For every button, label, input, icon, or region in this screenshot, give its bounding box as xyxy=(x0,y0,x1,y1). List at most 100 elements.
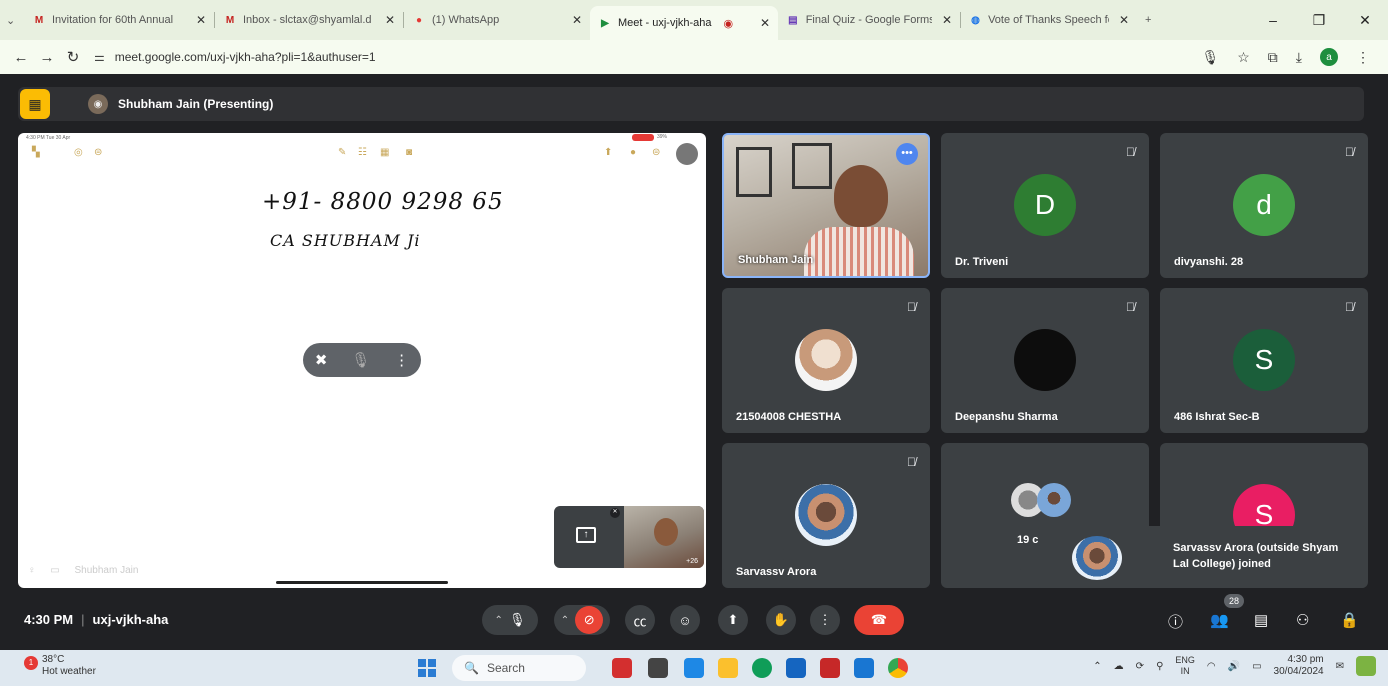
close-icon[interactable]: ✕ xyxy=(562,13,582,27)
taskbar-clock[interactable]: 4:30 pm 30/04/2024 xyxy=(1274,654,1324,678)
copilot-icon[interactable] xyxy=(1356,656,1376,676)
taskbar-search[interactable]: 🔍 Search xyxy=(452,655,586,681)
camera-icon: ◙ xyxy=(406,147,413,158)
pin-off-icon[interactable]: ✖ xyxy=(315,351,328,369)
tab-label: Inbox - slctax@shyamlal.d xyxy=(243,14,372,26)
bookmark-star-icon[interactable]: ☆ xyxy=(1237,49,1250,66)
search-icon: 🔍 xyxy=(464,661,479,675)
close-icon[interactable]: ✕ xyxy=(375,13,395,27)
participant-tile[interactable]: 🎙̸ S 486 Ishrat Sec-B xyxy=(1160,288,1368,433)
download-icon[interactable]: ⤓ xyxy=(1296,49,1302,66)
tab-label: Final Quiz - Google Forms xyxy=(805,14,932,26)
undo-icon: ◎ xyxy=(74,147,83,158)
host-controls-icon[interactable]: 🔒 xyxy=(1340,611,1359,629)
present-screen-icon: ⬆ xyxy=(727,612,739,627)
close-icon[interactable]: ✕ xyxy=(186,13,206,27)
participant-name: Deepanshu Sharma xyxy=(955,411,1058,423)
notification-icon[interactable]: ✉ xyxy=(1336,661,1344,672)
menu-kebab-icon[interactable]: ⋮ xyxy=(1356,49,1370,66)
url-input[interactable]: ⚌ meet.google.com/uxj-vjkh-aha?pli=1&aut… xyxy=(94,44,1114,70)
participant-name: Shubham Jain xyxy=(738,254,814,266)
participant-tile[interactable]: 🎙̸ Sarvassv Arora xyxy=(722,443,930,588)
reload-icon[interactable]: ↻ xyxy=(60,48,86,66)
tab-forms[interactable]: ▤ Final Quiz - Google Forms ✕ xyxy=(778,5,960,35)
avatar xyxy=(676,143,698,165)
language-indicator[interactable]: ENG IN xyxy=(1175,655,1195,677)
app-icon[interactable] xyxy=(684,658,704,678)
profile-avatar[interactable]: a xyxy=(1320,48,1338,66)
mic-off-icon[interactable]: 🎙 xyxy=(351,351,370,369)
restore-icon[interactable]: ❐ xyxy=(1296,12,1342,29)
tab-inbox[interactable]: M Inbox - slctax@shyamlal.d ✕ xyxy=(215,5,403,35)
weather-widget[interactable]: 1 38°C Hot weather xyxy=(24,654,96,678)
leave-call-button[interactable]: ☎ xyxy=(854,605,904,635)
present-button[interactable]: ⬆ xyxy=(718,605,748,635)
minimize-icon[interactable]: – xyxy=(1250,12,1296,28)
back-icon[interactable]: ← xyxy=(8,49,34,66)
participant-name: divyanshi. 28 xyxy=(1174,256,1244,268)
tab-meet[interactable]: ▶ Meet - uxj-vjkh-aha ◉ ✕ xyxy=(590,6,778,40)
chevron-up-icon[interactable]: ⌃ xyxy=(561,615,569,626)
more-options-icon[interactable]: ⋮ xyxy=(394,351,409,369)
present-layout-icon[interactable]: ▦ xyxy=(20,89,50,119)
app-icon[interactable] xyxy=(648,658,668,678)
raise-hand-button[interactable]: ✋ xyxy=(766,605,796,635)
camera-button[interactable]: ⌃ ⊘ xyxy=(554,605,610,635)
chevron-up-icon[interactable]: ⌃ xyxy=(495,615,503,626)
share-screen-icon[interactable]: ↑ xyxy=(576,527,596,543)
activities-icon[interactable]: ⚇ xyxy=(1296,611,1309,629)
participant-tile-speaker[interactable]: ••• Shubham Jain xyxy=(722,133,930,278)
participant-tile[interactable]: 🎙̸ 21504008 CHESTHA xyxy=(722,288,930,433)
reactions-button[interactable]: ☺ xyxy=(670,605,700,635)
participant-tile[interactable]: 🎙̸ Deepanshu Sharma xyxy=(941,288,1149,433)
app-icon[interactable] xyxy=(612,658,632,678)
edge-icon[interactable] xyxy=(752,658,772,678)
chevron-up-icon[interactable]: ⌃ xyxy=(1093,661,1101,672)
tab-label: Meet - uxj-vjkh-aha xyxy=(618,17,712,29)
chat-icon[interactable]: ▤ xyxy=(1254,611,1268,629)
file-explorer-icon[interactable] xyxy=(718,658,738,678)
usb-icon[interactable]: ⚲ xyxy=(1156,661,1163,672)
avatar: d xyxy=(1233,174,1295,236)
close-icon[interactable]: ✕ xyxy=(1109,13,1129,27)
new-tab-button[interactable]: + xyxy=(1137,5,1163,35)
volume-icon[interactable]: 🔊 xyxy=(1228,661,1240,672)
close-window-icon[interactable]: ✕ xyxy=(1342,12,1388,29)
close-icon[interactable]: ✕ xyxy=(750,16,770,30)
tab-label: Vote of Thanks Speech for xyxy=(988,14,1109,26)
info-icon[interactable]: ⓘ xyxy=(1168,611,1183,632)
tab-whatsapp[interactable]: ● (1) WhatsApp ✕ xyxy=(404,5,590,35)
participant-tile[interactable]: 🎙̸ D Dr. Triveni xyxy=(941,133,1149,278)
chrome-icon[interactable] xyxy=(888,658,908,678)
self-view[interactable]: ↑ ✕ +26 xyxy=(554,506,704,568)
forward-icon[interactable]: → xyxy=(34,49,60,66)
stage-presenter-name: Shubham Jain xyxy=(74,565,139,576)
captions-button[interactable]: ㏄ xyxy=(625,605,655,635)
presentation-stage[interactable]: 4:30 PM Tue 30 Apr 39% ▚ ◎ ⊜ ✎ ☷ ▦ ◙ ⬆ ●… xyxy=(18,133,706,588)
site-settings-icon[interactable]: ⚌ xyxy=(94,50,105,64)
cloud-icon[interactable]: ☁ xyxy=(1114,661,1124,672)
mic-icon[interactable]: 🎙 xyxy=(1201,49,1219,66)
close-icon[interactable]: ✕ xyxy=(932,13,952,27)
more-options-button[interactable]: ⋮ xyxy=(810,605,840,635)
tab-vote-of-thanks[interactable]: ◍ Vote of Thanks Speech for ✕ xyxy=(961,5,1137,35)
tab-search-button[interactable]: ⌄ xyxy=(0,5,24,35)
more-options-icon[interactable]: ••• xyxy=(896,143,918,165)
extensions-icon[interactable]: ⧉ xyxy=(1268,49,1278,66)
tab-invitation[interactable]: M Invitation for 60th Annual ✕ xyxy=(24,5,214,35)
wifi-icon[interactable]: ◠ xyxy=(1207,661,1216,672)
windows-start-icon[interactable] xyxy=(418,659,436,677)
app-icon[interactable] xyxy=(854,658,874,678)
sync-icon[interactable]: ⟳ xyxy=(1136,661,1144,672)
battery-icon[interactable]: ▭ xyxy=(1252,661,1261,672)
forms-icon: ▤ xyxy=(788,14,798,26)
mic-button[interactable]: ⌃ 🎙 xyxy=(482,605,538,635)
more-icon: ⊜ xyxy=(652,147,661,158)
participant-tile[interactable]: 🎙̸ d divyanshi. 28 xyxy=(1160,133,1368,278)
app-icon[interactable] xyxy=(820,658,840,678)
people-icon[interactable]: 👥 xyxy=(1210,611,1229,629)
weather-alert-icon: 1 xyxy=(24,656,38,670)
store-icon[interactable] xyxy=(786,658,806,678)
table-icon: ▦ xyxy=(380,147,390,158)
window-controls: – ❐ ✕ xyxy=(1250,0,1388,40)
